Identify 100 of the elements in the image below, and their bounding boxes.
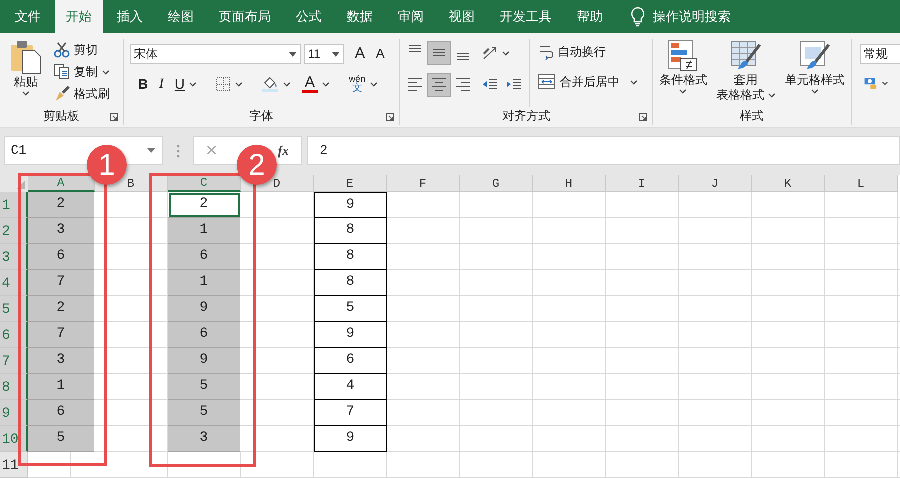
caret-icon: [283, 80, 292, 88]
dialog-launcher-icon[interactable]: [110, 113, 120, 122]
bold-button[interactable]: B: [134, 73, 152, 95]
merge-center-button[interactable]: 合并后居中: [534, 71, 642, 93]
underline-button[interactable]: U: [170, 73, 202, 95]
menu-tab[interactable]: 插入: [106, 0, 154, 33]
caret-icon: [189, 80, 198, 88]
number-format-dropdown[interactable]: 常规: [860, 44, 900, 64]
column-header[interactable]: C: [168, 175, 241, 192]
brush-icon: [54, 86, 70, 102]
column-header[interactable]: E: [314, 175, 387, 192]
table-cell[interactable]: 6: [168, 322, 241, 348]
caret-icon: [502, 50, 510, 56]
table-cell[interactable]: 2: [28, 296, 95, 322]
table-cell[interactable]: 9: [314, 426, 387, 452]
italic-button[interactable]: I: [155, 73, 168, 95]
table-cell[interactable]: 2: [168, 192, 241, 218]
table-cell[interactable]: 8: [314, 270, 387, 296]
dropdown-arrow-icon: [147, 148, 156, 153]
paste-button[interactable]: 粘贴: [6, 39, 46, 107]
table-cell[interactable]: 6: [314, 348, 387, 374]
align-bottom-icon: [455, 53, 472, 61]
menu-tab[interactable]: 审阅: [387, 0, 435, 33]
table-cell[interactable]: 6: [28, 400, 95, 426]
formula-field[interactable]: 2: [307, 136, 900, 165]
menu-tab[interactable]: 开发工具: [489, 0, 563, 33]
table-cell[interactable]: 7: [28, 270, 95, 296]
menu-tab[interactable]: 视图: [438, 0, 486, 33]
caret-icon: [370, 80, 378, 88]
table-cell[interactable]: 7: [28, 322, 95, 348]
menu-tab[interactable]: 绘图: [157, 0, 205, 33]
grip-dots-icon: [177, 145, 180, 158]
cut-button[interactable]: 剪切: [50, 39, 114, 61]
scissors-icon: [54, 42, 70, 58]
insert-function-button[interactable]: fx: [274, 140, 293, 162]
font-name-dropdown[interactable]: 宋体: [130, 44, 302, 64]
wrap-text-button[interactable]: 自动换行: [534, 41, 642, 63]
font-size-dropdown[interactable]: 11: [304, 44, 344, 64]
align-center-button[interactable]: [427, 73, 452, 97]
grow-font-button[interactable]: A: [351, 43, 370, 65]
align-top-icon: [407, 45, 424, 53]
phonetic-guide-button[interactable]: wén 文: [345, 73, 382, 95]
conditional-formatting-button[interactable]: 条件格式: [655, 39, 712, 107]
menu-tab[interactable]: 公式: [285, 0, 333, 33]
caret-icon: [630, 78, 638, 86]
column-header[interactable]: A: [28, 175, 95, 192]
group-label: 样式: [740, 108, 764, 125]
table-cell[interactable]: 6: [168, 244, 241, 270]
caret-icon: [810, 88, 819, 95]
dialog-launcher-icon[interactable]: [386, 113, 396, 122]
corner-triangle-icon: [17, 181, 25, 189]
table-cell[interactable]: 6: [28, 244, 95, 270]
table-cell[interactable]: 9: [168, 296, 241, 322]
column-header[interactable]: L: [825, 175, 898, 192]
table-cell[interactable]: 5: [314, 296, 387, 322]
menu-tab[interactable]: 开始: [55, 0, 103, 33]
decrease-indent-icon: [482, 78, 498, 92]
row-header[interactable]: 11: [0, 452, 28, 478]
column-header[interactable]: K: [752, 175, 825, 192]
table-cell[interactable]: 9: [168, 348, 241, 374]
table-cell[interactable]: 8: [314, 218, 387, 244]
shrink-font-button[interactable]: A: [372, 43, 389, 65]
table-cell[interactable]: 3: [28, 218, 95, 244]
dialog-launcher-icon[interactable]: [639, 113, 648, 122]
menu-tab[interactable]: 数据: [336, 0, 384, 33]
lightbulb-icon: [631, 6, 645, 26]
table-cell[interactable]: 3: [168, 426, 241, 452]
column-header[interactable]: F: [387, 175, 460, 192]
table-cell[interactable]: 5: [168, 400, 241, 426]
menu-tab[interactable]: 帮助: [566, 0, 614, 33]
borders-icon: [216, 76, 232, 92]
table-cell[interactable]: 9: [314, 322, 387, 348]
table-cell[interactable]: 2: [28, 192, 95, 218]
menu-tab[interactable]: 文件: [4, 0, 52, 33]
format-as-table-button[interactable]: 套用 表格格式: [712, 39, 780, 107]
cell-styles-button[interactable]: 单元格样式: [780, 39, 849, 107]
menu-tab[interactable]: 页面布局: [208, 0, 282, 33]
group-label: 对齐方式: [502, 108, 550, 125]
search-hint[interactable]: 操作说明搜索: [653, 6, 731, 26]
table-cell[interactable]: 4: [314, 374, 387, 400]
align-middle-button[interactable]: [427, 41, 452, 65]
column-header[interactable]: J: [679, 175, 752, 192]
table-cell[interactable]: 5: [28, 426, 95, 452]
column-header[interactable]: G: [460, 175, 533, 192]
table-cell[interactable]: 3: [28, 348, 95, 374]
table-cell[interactable]: 1: [28, 374, 95, 400]
group-label: 剪贴板: [44, 108, 80, 125]
table-cell[interactable]: 7: [314, 400, 387, 426]
table-cell[interactable]: 9: [314, 192, 387, 218]
currency-icon: [864, 75, 878, 91]
table-cell[interactable]: 1: [168, 270, 241, 296]
column-header[interactable]: I: [606, 175, 679, 192]
table-cell[interactable]: 5: [168, 374, 241, 400]
format-painter-button[interactable]: 格式刷: [50, 83, 114, 105]
font-color-button[interactable]: A: [298, 73, 334, 95]
column-header[interactable]: H: [533, 175, 606, 192]
conditional-format-icon: [667, 39, 700, 73]
table-cell[interactable]: 1: [168, 218, 241, 244]
table-cell[interactable]: 8: [314, 244, 387, 270]
copy-button[interactable]: 复制: [50, 61, 114, 83]
